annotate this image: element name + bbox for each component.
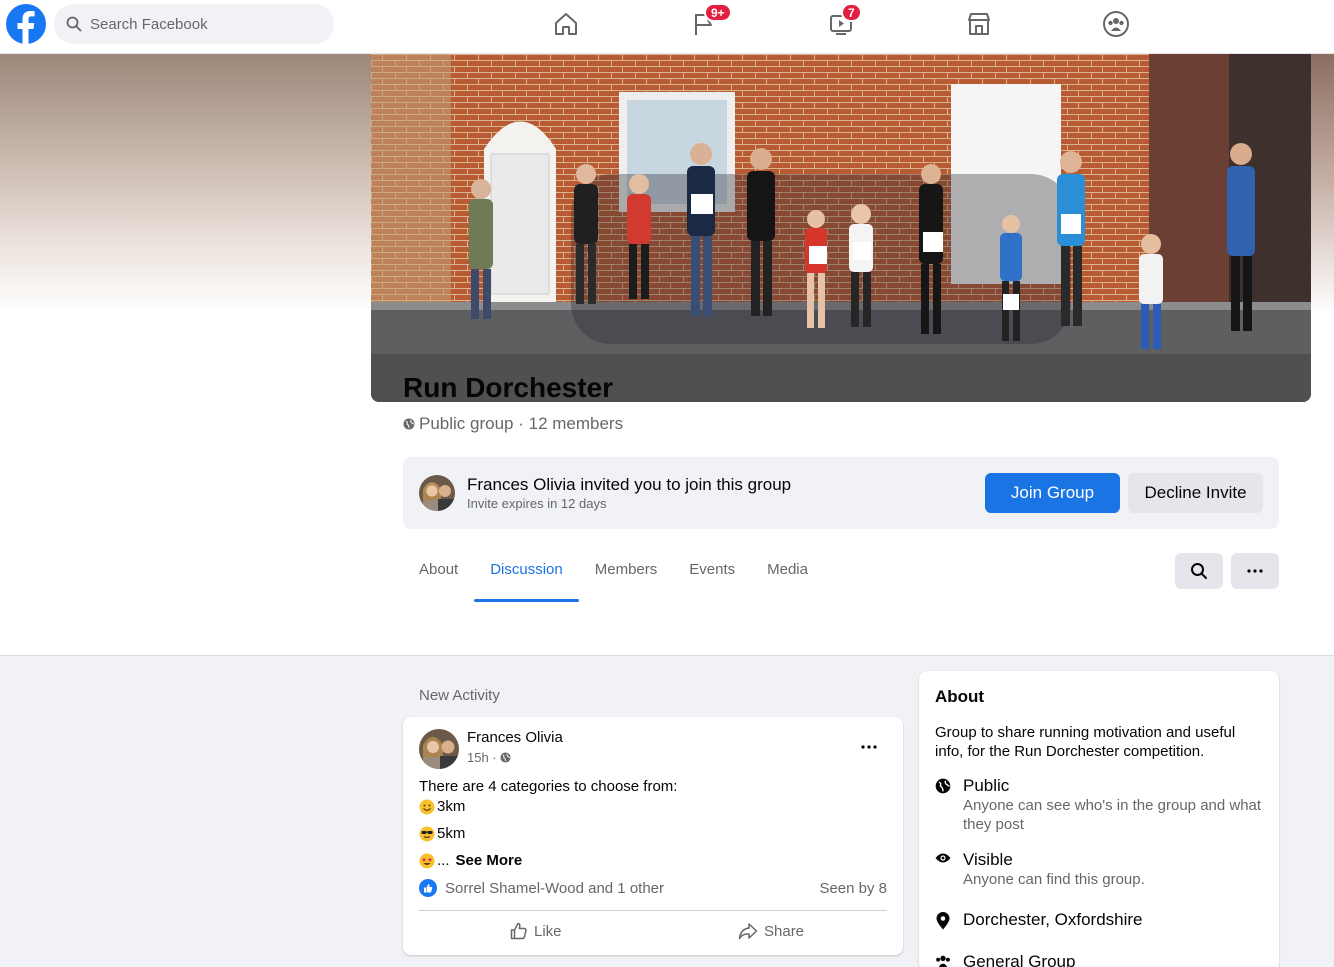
reactions-text: Sorrel Shamel-Wood and 1 other bbox=[445, 879, 665, 897]
groups-icon bbox=[1103, 11, 1129, 37]
about-visibility: Visible Anyone can find this group. bbox=[935, 849, 1265, 889]
post-ellipsis: ... bbox=[437, 852, 450, 869]
post-reactions[interactable]: Sorrel Shamel-Wood and 1 other bbox=[419, 879, 664, 897]
thumbs-up-icon bbox=[510, 922, 527, 940]
post-divider bbox=[419, 910, 887, 911]
invite-banner: Frances Olivia invited you to join this … bbox=[403, 457, 1279, 529]
about-location[interactable]: Dorchester, Oxfordshire bbox=[935, 909, 1265, 930]
tab-members[interactable]: Members bbox=[579, 549, 674, 602]
nav-marketplace-button[interactable] bbox=[959, 6, 999, 42]
post-truncated-line: ... See More bbox=[419, 851, 879, 871]
about-description: Group to share running motivation and us… bbox=[935, 724, 1236, 760]
sunglasses-emoji-icon bbox=[419, 826, 435, 842]
location-text: Dorchester, Oxfordshire bbox=[963, 910, 1143, 929]
post-options-button[interactable] bbox=[851, 733, 887, 761]
post-timestamp[interactable]: 15h · bbox=[467, 750, 511, 765]
like-label: Like bbox=[534, 922, 562, 940]
about-card: About Group to share running motivation … bbox=[919, 671, 1279, 967]
post-item-text: 5km bbox=[437, 825, 466, 842]
search-input[interactable] bbox=[90, 15, 310, 33]
globe-icon bbox=[500, 752, 511, 763]
group-search-button[interactable] bbox=[1175, 553, 1223, 589]
globe-icon bbox=[935, 778, 951, 794]
search-box[interactable] bbox=[54, 4, 334, 44]
cover-photo[interactable] bbox=[371, 54, 1311, 402]
post-author-avatar[interactable] bbox=[419, 729, 459, 769]
search-icon bbox=[66, 16, 82, 32]
group-title[interactable]: Run Dorchester bbox=[403, 372, 613, 404]
post-time-text: 15h · bbox=[467, 750, 497, 765]
marketplace-icon bbox=[968, 13, 990, 35]
group-more-button[interactable] bbox=[1231, 553, 1279, 589]
top-navigation-bar: 9+ 7 bbox=[0, 0, 1334, 54]
visibility-description: Anyone can find this group. bbox=[963, 871, 1145, 888]
tab-about[interactable]: About bbox=[403, 549, 474, 602]
group-type-text: General Group bbox=[963, 952, 1076, 967]
smiling-face-emoji-icon bbox=[419, 799, 435, 815]
join-group-button[interactable]: Join Group bbox=[985, 473, 1120, 513]
seen-by-count[interactable]: Seen by 8 bbox=[819, 880, 887, 897]
more-horizontal-icon bbox=[861, 745, 877, 749]
nav-pages-button[interactable]: 9+ bbox=[684, 3, 732, 42]
see-more-link[interactable]: See More bbox=[456, 851, 523, 871]
decline-invite-button[interactable]: Decline Invite bbox=[1128, 473, 1263, 513]
post-intro: There are 4 categories to choose from: bbox=[419, 778, 678, 795]
globe-icon bbox=[403, 418, 415, 430]
about-group-type: General Group bbox=[935, 951, 1265, 967]
cover-background-left bbox=[0, 54, 371, 314]
group-meta: Public group · 12 members bbox=[403, 414, 623, 434]
share-icon bbox=[738, 923, 758, 940]
nav-home-button[interactable] bbox=[546, 6, 586, 42]
more-horizontal-icon bbox=[1247, 569, 1263, 573]
eye-icon bbox=[935, 853, 951, 863]
nav-groups-button[interactable] bbox=[1096, 6, 1136, 42]
search-icon bbox=[1191, 563, 1207, 579]
like-reaction-icon bbox=[419, 879, 437, 897]
star-struck-emoji-icon bbox=[419, 853, 435, 869]
people-icon bbox=[936, 955, 950, 967]
like-button[interactable]: Like bbox=[510, 915, 562, 947]
group-meta-text: Public group · 12 members bbox=[419, 414, 624, 433]
post-author-name[interactable]: Frances Olivia bbox=[467, 729, 563, 746]
tab-discussion[interactable]: Discussion bbox=[474, 549, 579, 602]
cover-background-right bbox=[1311, 54, 1334, 314]
about-privacy: Public Anyone can see who's in the group… bbox=[935, 775, 1265, 834]
nav-watch-button[interactable]: 7 bbox=[821, 3, 862, 42]
location-pin-icon bbox=[936, 912, 950, 930]
about-title: About bbox=[935, 687, 985, 706]
post-item-3km: 3km bbox=[419, 797, 879, 817]
post-item-text: 3km bbox=[437, 798, 466, 815]
invite-expiry: Invite expires in 12 days bbox=[467, 496, 607, 511]
visibility-title: Visible bbox=[963, 850, 1013, 869]
privacy-title: Public bbox=[963, 776, 1010, 795]
facebook-logo-icon[interactable] bbox=[6, 4, 46, 44]
inviter-avatar[interactable] bbox=[419, 475, 455, 511]
tab-media[interactable]: Media bbox=[751, 549, 824, 602]
watch-notification-badge: 7 bbox=[841, 3, 862, 22]
share-label: Share bbox=[764, 922, 805, 940]
invite-title: Frances Olivia invited you to join this … bbox=[467, 475, 792, 494]
tab-events[interactable]: Events bbox=[673, 549, 751, 602]
feed-post: Frances Olivia 15h · There are 4 categor… bbox=[403, 717, 903, 955]
home-icon bbox=[555, 13, 577, 35]
group-tabs: About Discussion Members Events Media bbox=[403, 549, 824, 602]
post-item-5km: 5km bbox=[419, 824, 879, 844]
new-activity-label: New Activity bbox=[419, 687, 500, 704]
post-body: There are 4 categories to choose from: 3… bbox=[419, 777, 879, 871]
privacy-description: Anyone can see who's in the group and wh… bbox=[963, 797, 1262, 833]
pages-notification-badge: 9+ bbox=[704, 3, 732, 22]
share-button[interactable]: Share bbox=[738, 915, 804, 947]
